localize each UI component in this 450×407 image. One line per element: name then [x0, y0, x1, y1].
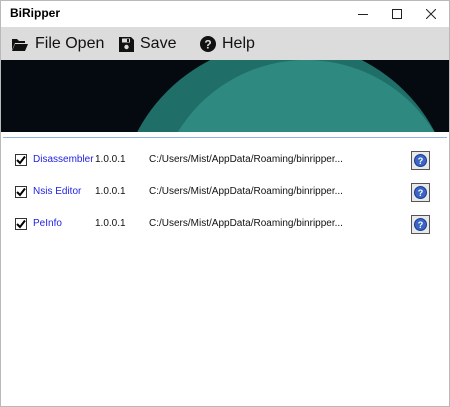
toolbar: File Open Save ? Help	[1, 27, 449, 60]
plugin-name-link[interactable]: Nsis Editor	[33, 186, 81, 197]
checkmark-icon	[16, 187, 26, 197]
plugin-path: C:/Users/Mist/AppData/Roaming/binripper.…	[149, 154, 343, 165]
plugin-path: C:/Users/Mist/AppData/Roaming/binripper.…	[149, 218, 343, 229]
info-icon: ?	[414, 218, 427, 231]
save-button[interactable]: Save	[119, 33, 176, 55]
floppy-disk-icon	[119, 36, 134, 52]
plugin-version: 1.0.0.1	[95, 186, 126, 197]
checkmark-icon	[16, 219, 26, 229]
folder-open-icon	[12, 39, 28, 51]
app-window: BiRipper File Open Save ? Help Disassemb…	[0, 0, 450, 407]
svg-text:?: ?	[418, 220, 424, 230]
plugin-checkbox[interactable]	[15, 186, 27, 198]
help-label: Help	[222, 35, 255, 52]
plugin-row: PeInfo 1.0.0.1 C:/Users/Mist/AppData/Roa…	[1, 212, 449, 236]
file-open-button[interactable]: File Open	[11, 33, 104, 55]
svg-text:?: ?	[418, 156, 424, 166]
plugin-version: 1.0.0.1	[95, 154, 126, 165]
minimize-icon	[358, 14, 368, 15]
plugin-help-button[interactable]: ?	[411, 215, 430, 234]
file-open-label: File Open	[35, 35, 105, 52]
plugin-path: C:/Users/Mist/AppData/Roaming/binripper.…	[149, 186, 343, 197]
svg-text:?: ?	[204, 38, 211, 52]
help-button[interactable]: ? Help	[200, 33, 255, 55]
info-icon: ?	[414, 154, 427, 167]
plugin-name-link[interactable]: PeInfo	[33, 218, 62, 229]
window-title: BiRipper	[10, 6, 61, 20]
plugin-checkbox[interactable]	[15, 218, 27, 230]
close-button[interactable]	[415, 1, 447, 27]
plugin-help-button[interactable]: ?	[411, 183, 430, 202]
checkmark-icon	[16, 155, 26, 165]
svg-text:?: ?	[418, 188, 424, 198]
maximize-icon	[392, 9, 402, 19]
plugin-row: Disassembler 1.0.0.1 C:/Users/Mist/AppDa…	[1, 148, 449, 172]
plugin-help-button[interactable]: ?	[411, 151, 430, 170]
separator-line	[3, 137, 447, 138]
banner-graphic	[1, 60, 449, 132]
plugin-version: 1.0.0.1	[95, 218, 126, 229]
plugin-checkbox[interactable]	[15, 154, 27, 166]
minimize-button[interactable]	[347, 1, 379, 27]
plugin-name-link[interactable]: Disassembler	[33, 154, 94, 165]
save-label: Save	[140, 35, 177, 52]
title-bar[interactable]: BiRipper	[1, 1, 449, 27]
close-icon	[426, 9, 436, 19]
banner-image	[1, 60, 449, 132]
plugin-row: Nsis Editor 1.0.0.1 C:/Users/Mist/AppDat…	[1, 180, 449, 204]
question-circle-icon: ?	[200, 36, 216, 52]
maximize-button[interactable]	[381, 1, 413, 27]
info-icon: ?	[414, 186, 427, 199]
